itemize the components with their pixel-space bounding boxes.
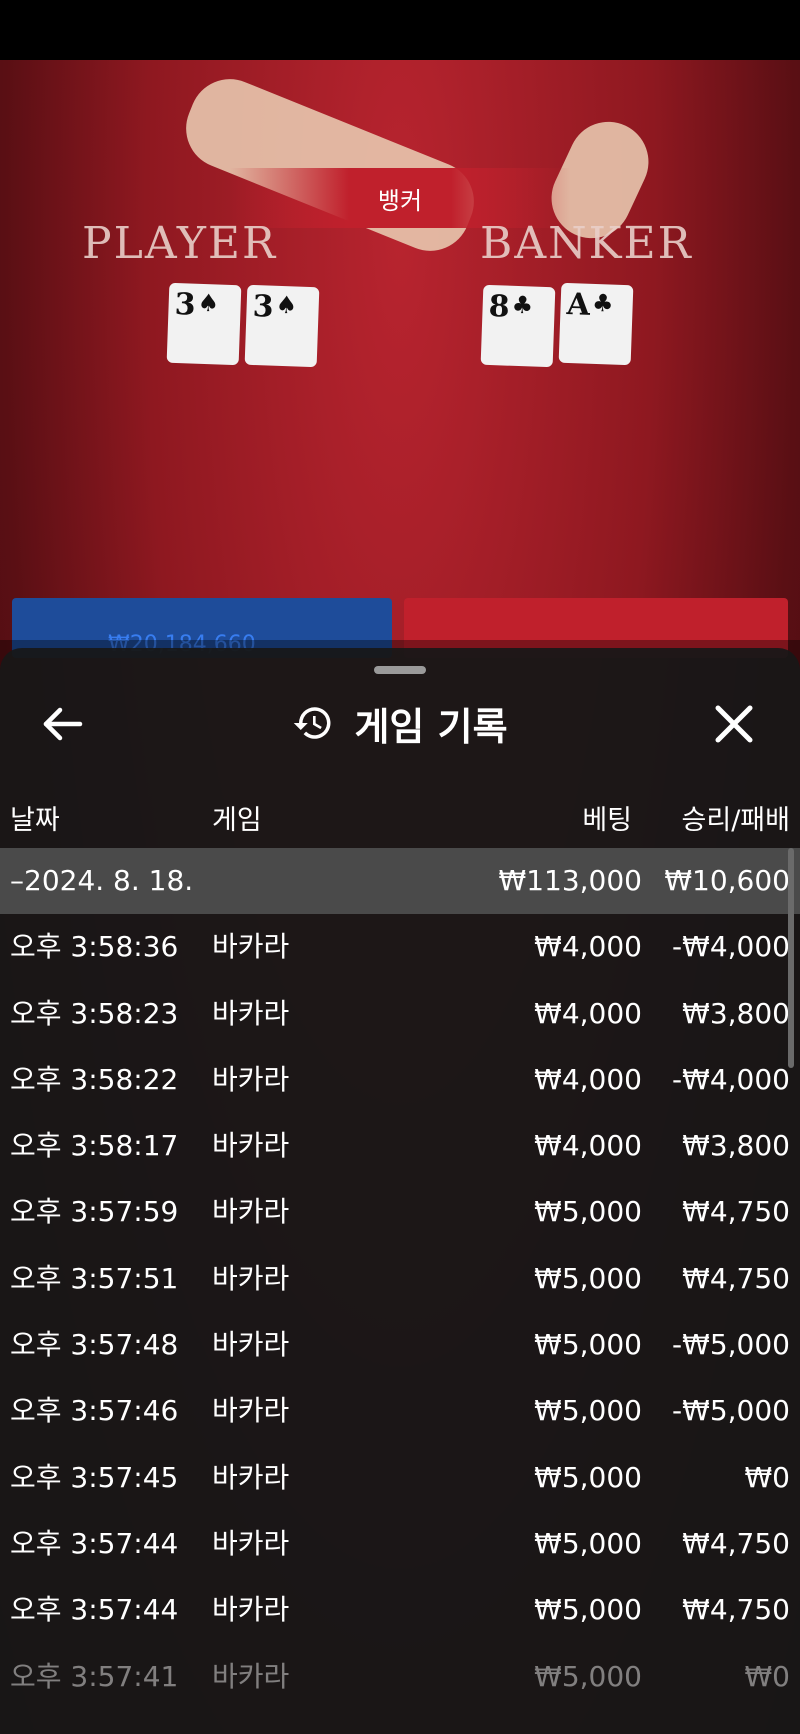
history-row[interactable]: 오후 3:57:44 바카라 ₩5,000 ₩4,750	[0, 1511, 800, 1577]
row-game: 바카라	[212, 1460, 290, 1494]
row-game: 바카라	[212, 1195, 290, 1229]
history-list[interactable]: –2024. 8. 18. ₩113,000 ₩10,600 오후 3:58:3…	[0, 848, 800, 1710]
history-row[interactable]: 오후 3:57:41 바카라 ₩5,000 ₩0	[0, 1644, 800, 1710]
row-bet: ₩5,000	[534, 1261, 642, 1295]
panel-title: 게임 기록	[354, 704, 508, 749]
history-row[interactable]: 오후 3:57:45 바카라 ₩5,000 ₩0	[0, 1445, 800, 1511]
drag-handle[interactable]	[374, 666, 426, 674]
row-win-loss: ₩0	[744, 1460, 791, 1494]
row-win-loss: -₩5,000	[672, 1394, 790, 1428]
history-row[interactable]: 오후 3:57:48 바카라 ₩5,000 -₩5,000	[0, 1312, 800, 1378]
status-bar	[0, 0, 800, 60]
row-game: 바카라	[212, 1659, 290, 1693]
banker-label: BANKER	[480, 218, 693, 269]
player-card-1: 3 ♠	[166, 282, 242, 366]
row-win-loss: ₩3,800	[682, 996, 790, 1030]
row-win-loss: -₩4,000	[672, 1062, 790, 1096]
history-row[interactable]: 오후 3:58:36 바카라 ₩4,000 -₩4,000	[0, 914, 800, 980]
row-time: 오후 3:57:51	[10, 1261, 179, 1295]
row-time: 오후 3:57:46	[10, 1394, 179, 1428]
close-icon	[715, 705, 753, 743]
row-bet: ₩4,000	[534, 996, 642, 1030]
row-bet: ₩5,000	[534, 1460, 642, 1494]
arrow-left-icon	[43, 707, 83, 741]
back-button[interactable]	[38, 702, 86, 746]
row-bet: ₩5,000	[534, 1394, 642, 1428]
banker-card-1: 8 ♣	[480, 284, 556, 368]
player-card-2: 3 ♠	[244, 284, 320, 368]
date-summary-row[interactable]: –2024. 8. 18. ₩113,000 ₩10,600	[0, 848, 800, 915]
row-win-loss: ₩4,750	[682, 1593, 790, 1627]
row-game: 바카라	[212, 1328, 290, 1362]
row-time: 오후 3:57:44	[10, 1593, 179, 1627]
history-row[interactable]: 오후 3:57:51 바카라 ₩5,000 ₩4,750	[0, 1246, 800, 1312]
row-game: 바카라	[212, 996, 290, 1030]
player-label: PLAYER	[82, 218, 278, 269]
column-header-date: 날짜	[10, 805, 60, 836]
row-bet: ₩5,000	[534, 1328, 642, 1362]
row-time: 오후 3:58:23	[10, 996, 179, 1030]
row-time: 오후 3:57:41	[10, 1659, 179, 1693]
row-win-loss: -₩5,000	[672, 1328, 790, 1362]
row-time: 오후 3:57:59	[10, 1195, 179, 1229]
history-icon	[294, 707, 331, 739]
row-bet: ₩4,000	[534, 1129, 642, 1163]
game-history-panel: 게임 기록 날짜 게임 베팅 승리/패배 –2024. 8. 18. ₩113,…	[0, 648, 800, 1734]
summary-win-loss: ₩10,600	[664, 864, 790, 897]
row-time: 오후 3:57:48	[10, 1328, 179, 1362]
panel-title-group: 게임 기록	[0, 688, 800, 758]
summary-date: –2024. 8. 18.	[10, 864, 194, 897]
history-row[interactable]: 오후 3:58:22 바카라 ₩4,000 -₩4,000	[0, 1047, 800, 1113]
row-game: 바카라	[212, 930, 290, 964]
panel-header: 게임 기록	[0, 688, 800, 758]
row-game: 바카라	[212, 1526, 290, 1560]
row-game: 바카라	[212, 1394, 290, 1428]
row-game: 바카라	[212, 1261, 290, 1295]
column-header-game: 게임	[212, 805, 262, 836]
column-header-win-loss: 승리/패배	[681, 805, 790, 836]
history-row[interactable]: 오후 3:58:17 바카라 ₩4,000 ₩3,800	[0, 1113, 800, 1179]
close-button[interactable]	[710, 700, 758, 748]
row-bet: ₩4,000	[534, 1062, 642, 1096]
history-row[interactable]: 오후 3:57:59 바카라 ₩5,000 ₩4,750	[0, 1179, 800, 1245]
row-win-loss: ₩4,750	[682, 1526, 790, 1560]
row-game: 바카라	[212, 1129, 290, 1163]
row-bet: ₩4,000	[534, 930, 642, 964]
row-bet: ₩5,000	[534, 1593, 642, 1627]
scrollbar[interactable]	[788, 848, 794, 1068]
history-row[interactable]: 오후 3:57:44 바카라 ₩5,000 ₩4,750	[0, 1577, 800, 1643]
row-bet: ₩5,000	[534, 1195, 642, 1229]
row-win-loss: ₩4,750	[682, 1195, 790, 1229]
row-bet: ₩5,000	[534, 1526, 642, 1560]
row-bet: ₩5,000	[534, 1659, 642, 1693]
row-win-loss: ₩4,750	[682, 1261, 790, 1295]
column-header-bet: 베팅	[582, 805, 632, 836]
row-game: 바카라	[212, 1593, 290, 1627]
row-win-loss: ₩0	[744, 1659, 791, 1693]
row-game: 바카라	[212, 1062, 290, 1096]
row-time: 오후 3:58:22	[10, 1062, 179, 1096]
history-row[interactable]: 오후 3:57:46 바카라 ₩5,000 -₩5,000	[0, 1378, 800, 1444]
row-time: 오후 3:57:45	[10, 1460, 179, 1494]
row-win-loss: -₩4,000	[672, 930, 790, 964]
summary-bet: ₩113,000	[498, 864, 642, 897]
row-time: 오후 3:58:17	[10, 1129, 179, 1163]
history-row[interactable]: 오후 3:58:23 바카라 ₩4,000 ₩3,800	[0, 981, 800, 1047]
banker-card-2: A ♣	[558, 282, 634, 366]
row-win-loss: ₩3,800	[682, 1129, 790, 1163]
row-time: 오후 3:57:44	[10, 1526, 179, 1560]
row-time: 오후 3:58:36	[10, 930, 179, 964]
